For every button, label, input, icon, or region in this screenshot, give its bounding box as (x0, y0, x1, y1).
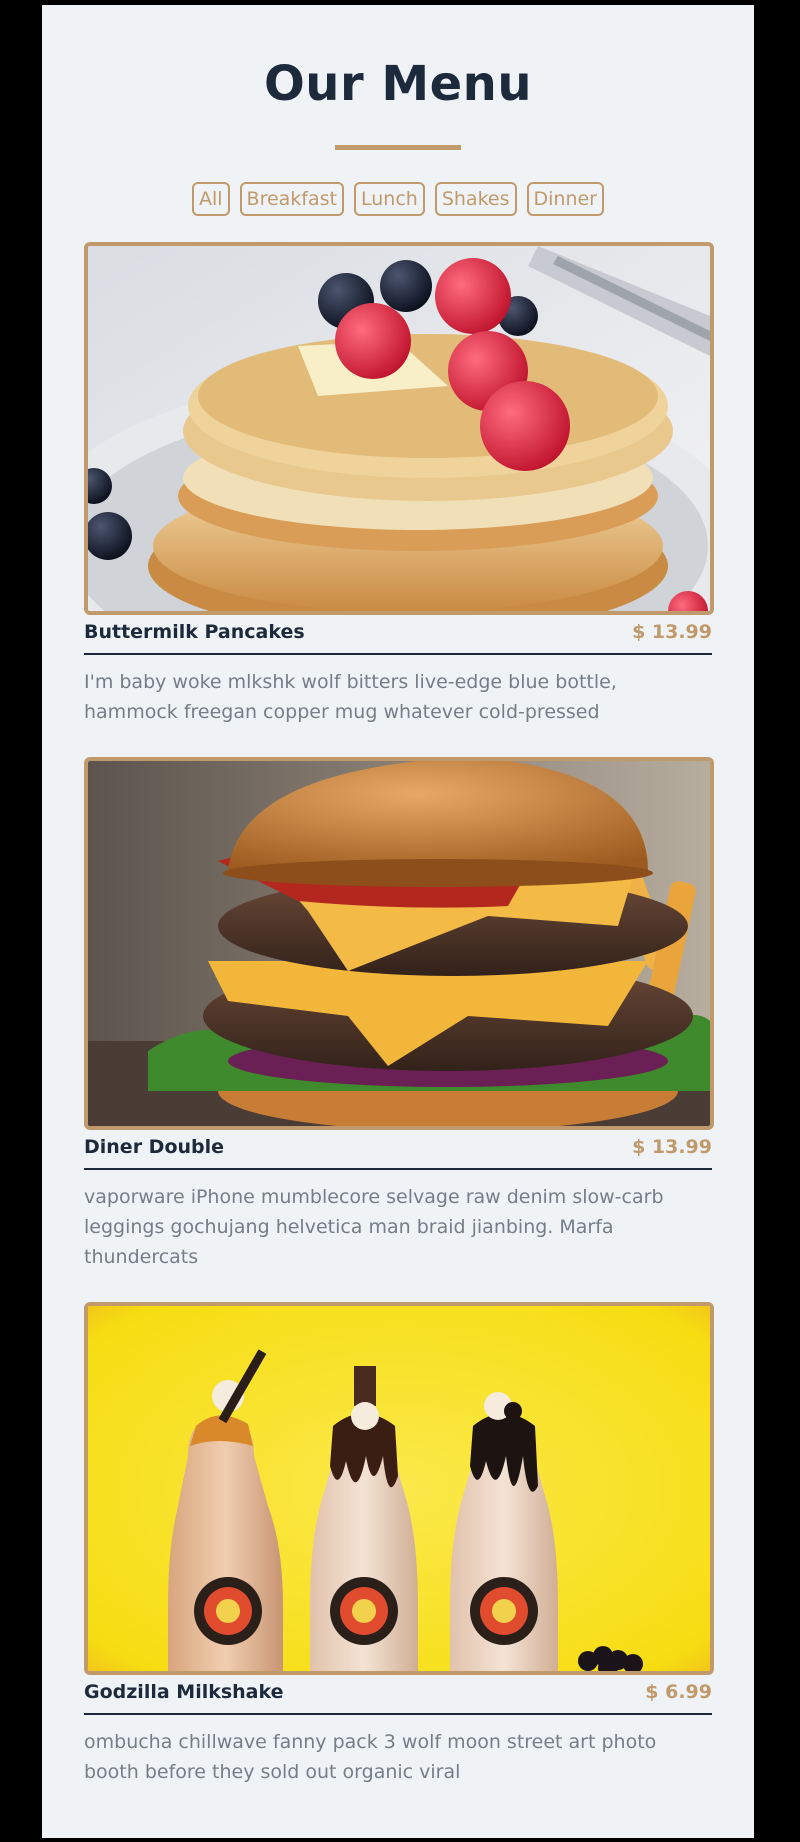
page-title: Our Menu (263, 56, 533, 112)
burger-photo (84, 757, 714, 1131)
milkshake-photo (84, 1302, 714, 1676)
filter-lunch-button[interactable]: Lunch (354, 182, 425, 217)
menu-item: Diner Double $ 13.99 vaporware iPhone mu… (84, 757, 714, 1272)
menu-items: Buttermilk Pancakes $ 13.99 I'm baby wok… (42, 242, 754, 1787)
item-description: vaporware iPhone mumblecore selvage raw … (84, 1186, 664, 1269)
item-description: ombucha chillwave fanny pack 3 wolf moon… (84, 1731, 657, 1784)
filter-breakfast-button[interactable]: Breakfast (239, 182, 344, 217)
item-info-row: Buttermilk Pancakes $ 13.99 (84, 621, 712, 656)
item-info-row: Godzilla Milkshake $ 6.99 (84, 1681, 712, 1716)
item-description: I'm baby woke mlkshk wolf bitters live-e… (84, 671, 617, 724)
item-price: $ 13.99 (632, 1136, 712, 1159)
item-price: $ 13.99 (632, 621, 712, 644)
filter-bar: All Breakfast Lunch Shakes Dinner (42, 182, 754, 217)
item-info-row: Diner Double $ 13.99 (84, 1136, 712, 1171)
filter-shakes-button[interactable]: Shakes (434, 182, 517, 217)
menu-item: Buttermilk Pancakes $ 13.99 I'm baby wok… (84, 242, 714, 727)
pancakes-photo (84, 242, 714, 616)
filter-all-button[interactable]: All (191, 182, 230, 217)
item-name: Buttermilk Pancakes (84, 621, 305, 644)
menu-item: Godzilla Milkshake $ 6.99 ombucha chillw… (84, 1302, 714, 1787)
title-underline (335, 145, 461, 151)
filter-dinner-button[interactable]: Dinner (526, 182, 604, 217)
item-name: Diner Double (84, 1136, 225, 1159)
menu-page: Our Menu All Breakfast Lunch Shakes Dinn… (42, 5, 754, 1838)
item-price: $ 6.99 (645, 1681, 712, 1704)
item-name: Godzilla Milkshake (84, 1681, 284, 1704)
